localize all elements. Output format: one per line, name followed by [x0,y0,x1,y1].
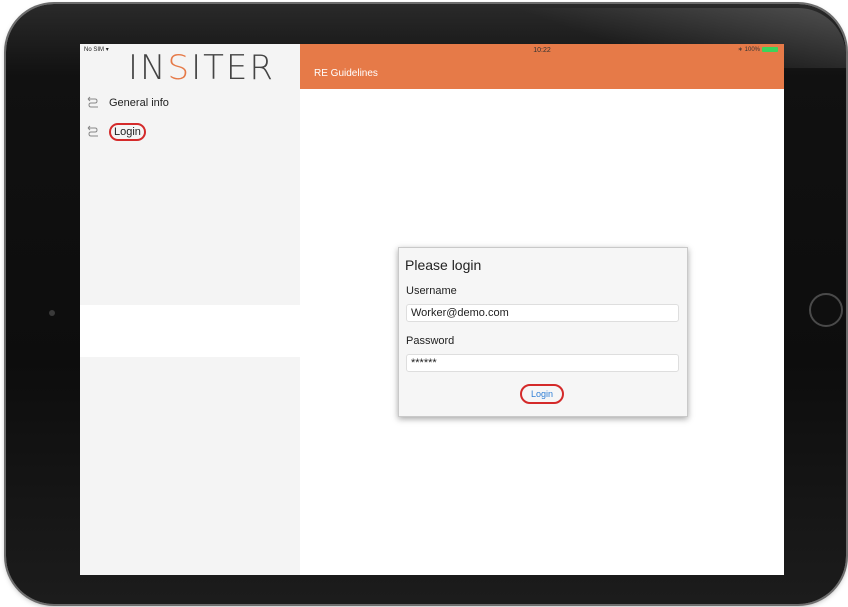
sidebar-item-label: General info [109,97,169,109]
home-button[interactable] [809,293,843,327]
battery-icon [762,47,778,52]
app-header: 10:22 ∗ 100% RE Guidelines [300,44,784,89]
route-icon [87,125,98,137]
carrier-status: No SIM ▾ [84,47,109,53]
status-time: 10:22 [533,47,551,54]
front-camera [49,310,55,316]
login-dialog: Please login Username Password Login [398,247,688,417]
username-input[interactable] [406,304,679,322]
route-icon [87,96,98,108]
dialog-title: Please login [405,257,482,273]
page-title: RE Guidelines [314,68,378,79]
insiter-logo: INSITER [128,48,275,88]
password-input[interactable] [406,354,679,372]
username-label: Username [406,285,457,297]
password-label: Password [406,335,455,347]
login-button[interactable]: Login [520,384,564,404]
sidebar-item-general-info[interactable]: General info [86,93,169,113]
sidebar: No SIM ▾ INSITER General info Login [80,44,300,575]
tablet-screen: No SIM ▾ INSITER General info Login 10:2… [80,44,784,575]
battery-status: ∗ 100% [738,46,778,53]
bluetooth-icon: ∗ [737,47,743,53]
sidebar-item-label: Login [109,123,146,141]
wifi-icon: ▾ [105,47,109,53]
sidebar-divider-band [80,305,300,357]
sidebar-item-login[interactable]: Login [86,122,146,142]
